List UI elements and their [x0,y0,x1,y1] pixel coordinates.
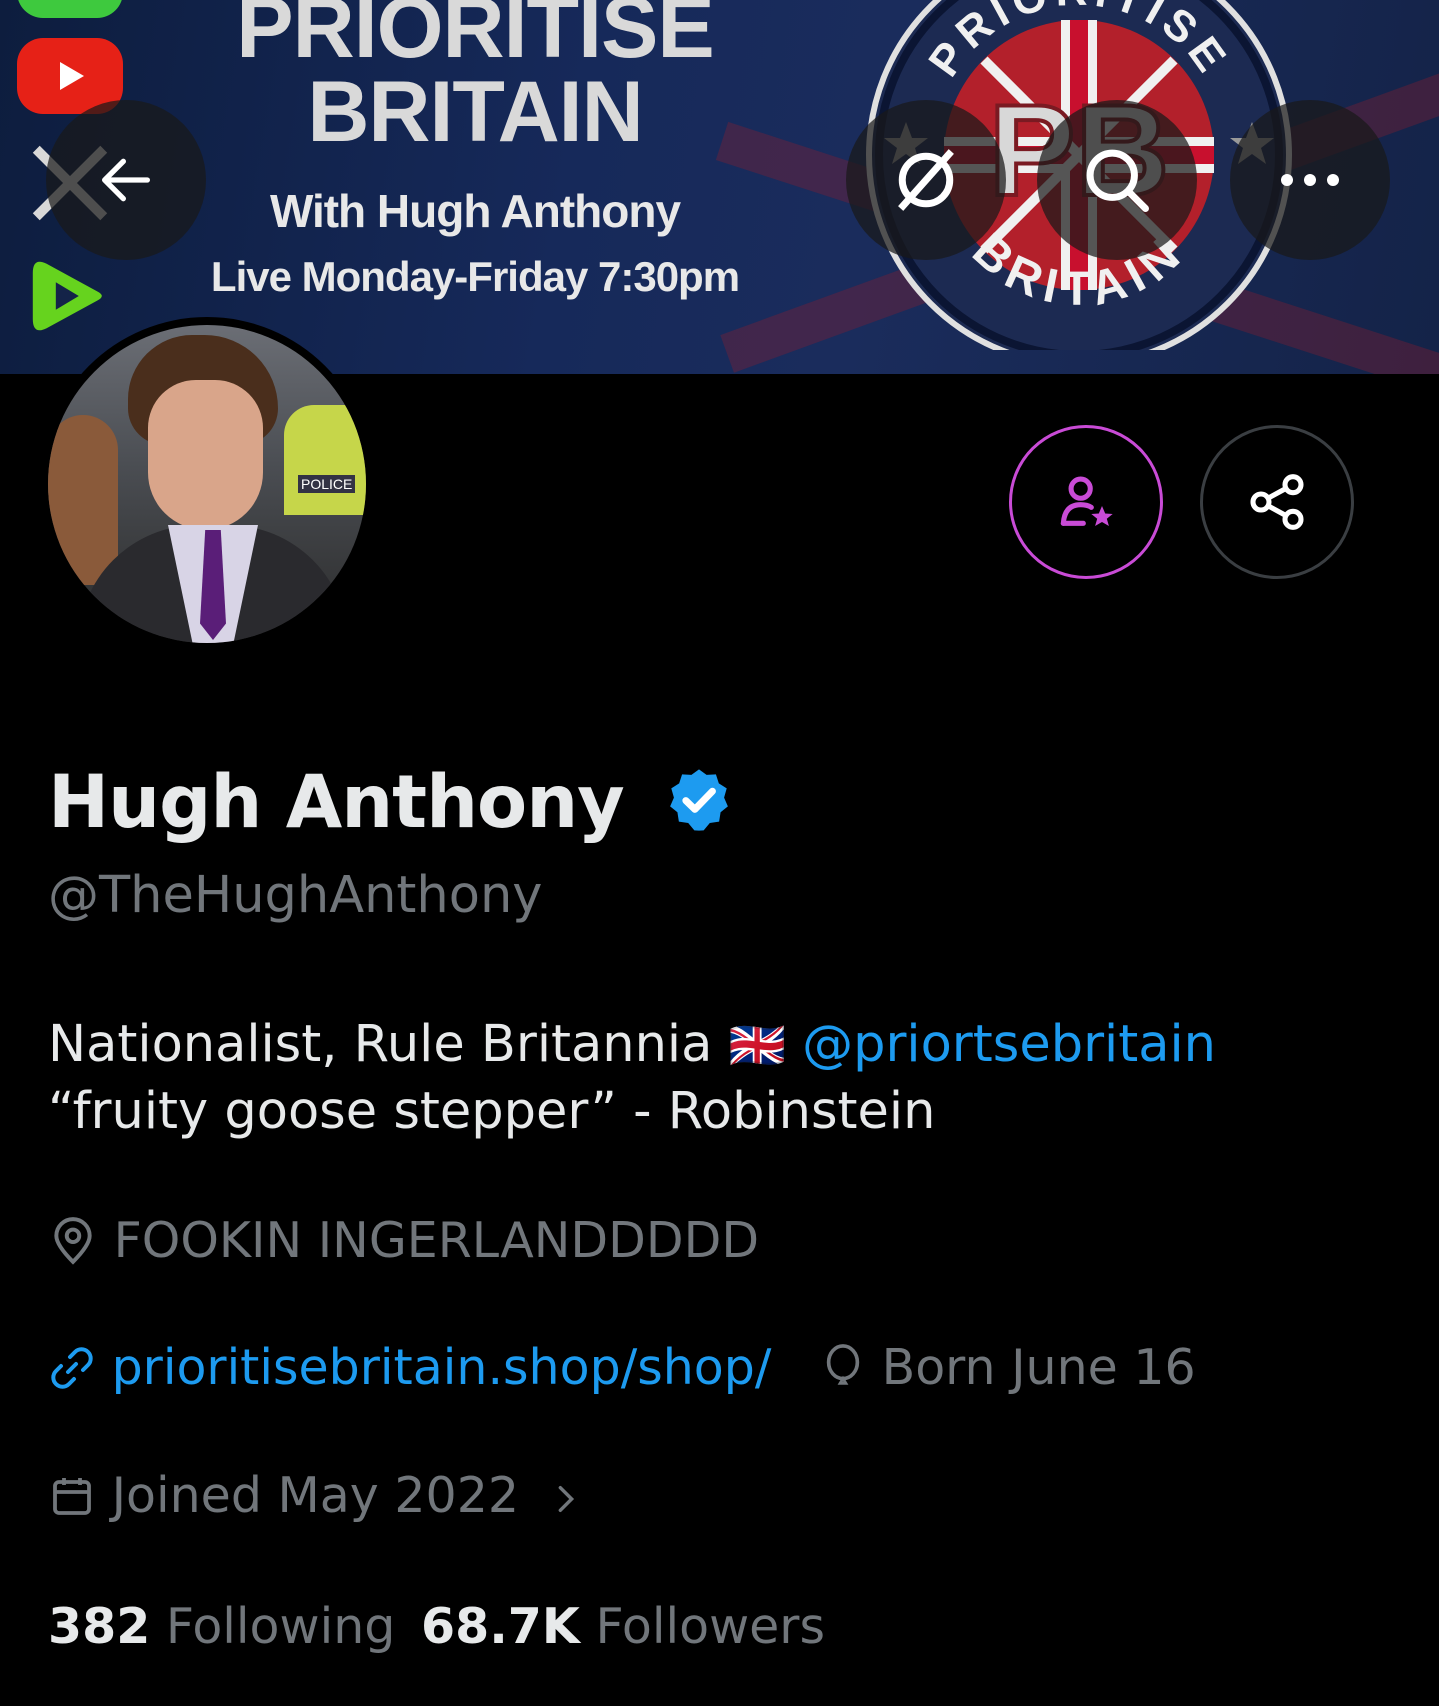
share-icon [1250,474,1304,530]
green-app-icon [17,0,123,18]
grok-icon [898,149,954,211]
bio-line-1: Nationalist, Rule Britannia 🇬🇧 @priortse… [48,1015,1216,1074]
subscribe-button[interactable] [1009,425,1163,579]
banner-schedule: Live Monday-Friday 7:30pm [210,253,740,300]
birthday-text: Born June 16 [881,1339,1196,1396]
followers-stat[interactable]: 68.7K Followers [421,1598,825,1655]
followers-count: 68.7K [421,1598,580,1655]
avatar-police-vest [284,405,366,515]
link-icon [51,1347,93,1389]
search-icon [1086,149,1149,212]
banner-title-line2: BRITAIN [307,64,643,160]
location-pin-icon [54,1217,92,1265]
avatar-background-person [48,415,118,585]
following-count: 382 [48,1598,151,1655]
more-icon [1281,174,1339,186]
back-button[interactable] [46,100,206,260]
grok-button[interactable] [846,100,1006,260]
more-options-button[interactable] [1230,100,1390,260]
birthday-row: Born June 16 [820,1339,1196,1396]
profile-name: Hugh Anthony [48,760,625,845]
joined-row[interactable]: Joined May 2022 [48,1467,583,1524]
joined-text: Joined May 2022 [111,1467,520,1524]
following-stat[interactable]: 382 Following [48,1598,395,1655]
bio-mention-link[interactable]: @priortsebritain [802,1015,1216,1074]
profile-name-row: Hugh Anthony [48,760,734,845]
avatar-police-badge: POLICE [298,475,356,493]
banner-title: PRIORITISE BRITAIN [205,0,745,160]
website-row[interactable]: prioritisebritain.shop/shop/ [48,1339,771,1396]
arrow-left-icon [102,158,150,202]
banner-subtitle: With Hugh Anthony [269,185,681,237]
balloon-icon [826,1344,860,1385]
bio-line-2: “fruity goose stepper” - Robinstein [48,1082,936,1141]
chevron-right-icon [558,1485,574,1513]
location-row: FOOKIN INGERLANDDDDD [48,1212,759,1269]
profile-avatar[interactable]: POLICE [40,317,374,651]
banner-title-line1: PRIORITISE [236,0,714,76]
calendar-icon [53,1478,91,1515]
verified-badge-icon[interactable] [664,765,734,835]
website-link[interactable]: prioritisebritain.shop/shop/ [112,1339,772,1396]
avatar-face [148,380,263,530]
share-button[interactable] [1200,425,1354,579]
rumble-icon [17,250,123,342]
following-label: Following [165,1598,396,1655]
location-text: FOOKIN INGERLANDDDDD [113,1212,760,1269]
avatar-photo: POLICE [48,325,366,643]
search-button[interactable] [1037,100,1197,260]
user-star-icon [1060,476,1113,526]
profile-handle: @TheHughAnthony [48,866,543,925]
uk-flag-emoji: 🇬🇧 [728,1018,786,1072]
followers-label: Followers [595,1598,825,1655]
bio-text: Nationalist, Rule Britannia [48,1015,713,1074]
